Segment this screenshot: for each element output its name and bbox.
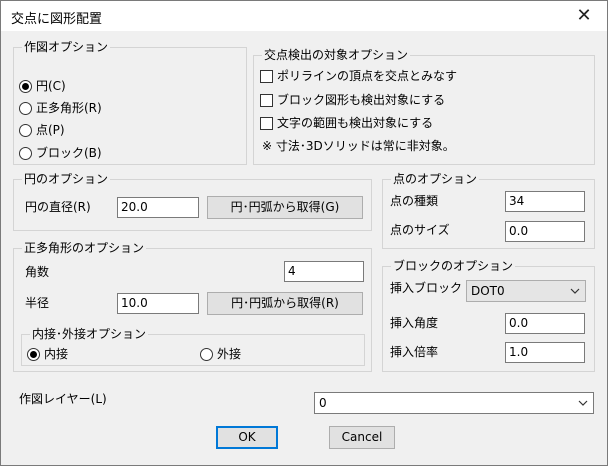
circle-diameter-input[interactable]: 20.0 (117, 197, 199, 218)
check-text-range[interactable]: 文字の範囲も検出対象にする (260, 115, 433, 131)
radio-circumscribed-indicator[interactable] (200, 347, 213, 361)
check-block-detect-label: ブロック図形も検出対象にする (277, 93, 446, 107)
polygon-sides-label: 角数 (25, 265, 50, 279)
insert-scale-label: 挿入倍率 (390, 345, 439, 359)
radio-circle-indicator[interactable] (19, 79, 32, 93)
check-polyline-vertex-label: ポリラインの頂点を交点とみなす (277, 69, 458, 83)
point-type-label: 点の種類 (390, 194, 439, 208)
chevron-down-icon (578, 400, 588, 406)
radio-block-indicator[interactable] (19, 146, 32, 160)
radio-block[interactable]: ブロック(B) (19, 145, 102, 161)
polygon-radius-label: 半径 (25, 296, 50, 310)
radio-circumscribed[interactable]: 外接 (200, 346, 241, 362)
insert-angle-label: 挿入角度 (390, 316, 439, 330)
detect-note: ※ 寸法･3Dソリッドは常に非対象。 (262, 139, 455, 153)
block-options-legend: ブロックのオプション (391, 258, 516, 274)
radio-block-label: ブロック(B) (36, 146, 102, 160)
polygon-get-from-arc-button[interactable]: 円･円弧から取得(R) (207, 292, 363, 315)
circle-diameter-label: 円の直径(R) (25, 200, 91, 214)
radio-point[interactable]: 点(P) (19, 122, 65, 138)
cancel-button[interactable]: Cancel (329, 426, 395, 449)
radio-circle-label: 円(C) (36, 79, 66, 93)
check-text-range-label: 文字の範囲も検出対象にする (277, 116, 434, 130)
radio-polygon-indicator[interactable] (19, 101, 32, 115)
radio-inscribed[interactable]: 内接 (27, 346, 68, 362)
point-size-label: 点のサイズ (390, 223, 450, 237)
title-bar[interactable]: 交点に図形配置 ✕ (1, 1, 607, 31)
detect-options-legend: 交点検出の対象オプション (262, 47, 411, 63)
point-size-input[interactable]: 0.0 (505, 221, 585, 242)
dialog-window: 交点に図形配置 ✕ 作図オプション 円(C) 正多角形(R) 点(P) ブロック… (0, 0, 608, 466)
close-icon[interactable]: ✕ (561, 1, 607, 31)
insert-block-label: 挿入ブロック (390, 281, 463, 295)
radio-inscribed-indicator[interactable] (27, 347, 40, 361)
layer-value: 0 (319, 396, 327, 410)
check-block-detect[interactable]: ブロック図形も検出対象にする (260, 92, 445, 108)
insert-scale-input[interactable]: 1.0 (505, 342, 585, 363)
draw-options-legend: 作図オプション (22, 39, 111, 55)
layer-select[interactable]: 0 (314, 392, 594, 414)
layer-label: 作図レイヤー(L) (19, 392, 107, 406)
insert-block-select[interactable]: DOT0 (466, 280, 586, 302)
radio-point-indicator[interactable] (19, 123, 32, 137)
radio-circle[interactable]: 円(C) (19, 78, 66, 94)
radio-polygon-label: 正多角形(R) (36, 101, 102, 115)
chevron-down-icon (570, 288, 580, 294)
polygon-options-legend: 正多角形のオプション (22, 240, 147, 256)
polygon-radius-input[interactable]: 10.0 (117, 293, 199, 314)
ok-button[interactable]: OK (216, 426, 278, 449)
point-type-input[interactable]: 34 (505, 191, 585, 212)
check-text-range-box[interactable] (260, 116, 273, 130)
inscribe-options-group: 内接･外接オプション (21, 326, 365, 366)
check-polyline-vertex[interactable]: ポリラインの頂点を交点とみなす (260, 68, 457, 84)
radio-inscribed-label: 内接 (44, 347, 69, 361)
insert-block-value: DOT0 (471, 284, 505, 298)
polygon-sides-input[interactable]: 4 (284, 261, 364, 282)
check-block-detect-box[interactable] (260, 93, 273, 107)
check-polyline-vertex-box[interactable] (260, 69, 273, 83)
insert-angle-input[interactable]: 0.0 (505, 313, 585, 334)
circle-options-legend: 円のオプション (22, 171, 111, 187)
radio-polygon[interactable]: 正多角形(R) (19, 100, 102, 116)
point-options-legend: 点のオプション (391, 171, 480, 187)
window-title: 交点に図形配置 (11, 12, 103, 27)
radio-point-label: 点(P) (36, 123, 65, 137)
inscribe-options-legend: 内接･外接オプション (30, 326, 149, 342)
circle-get-from-arc-button[interactable]: 円･円弧から取得(G) (207, 196, 363, 219)
radio-circumscribed-label: 外接 (217, 347, 242, 361)
